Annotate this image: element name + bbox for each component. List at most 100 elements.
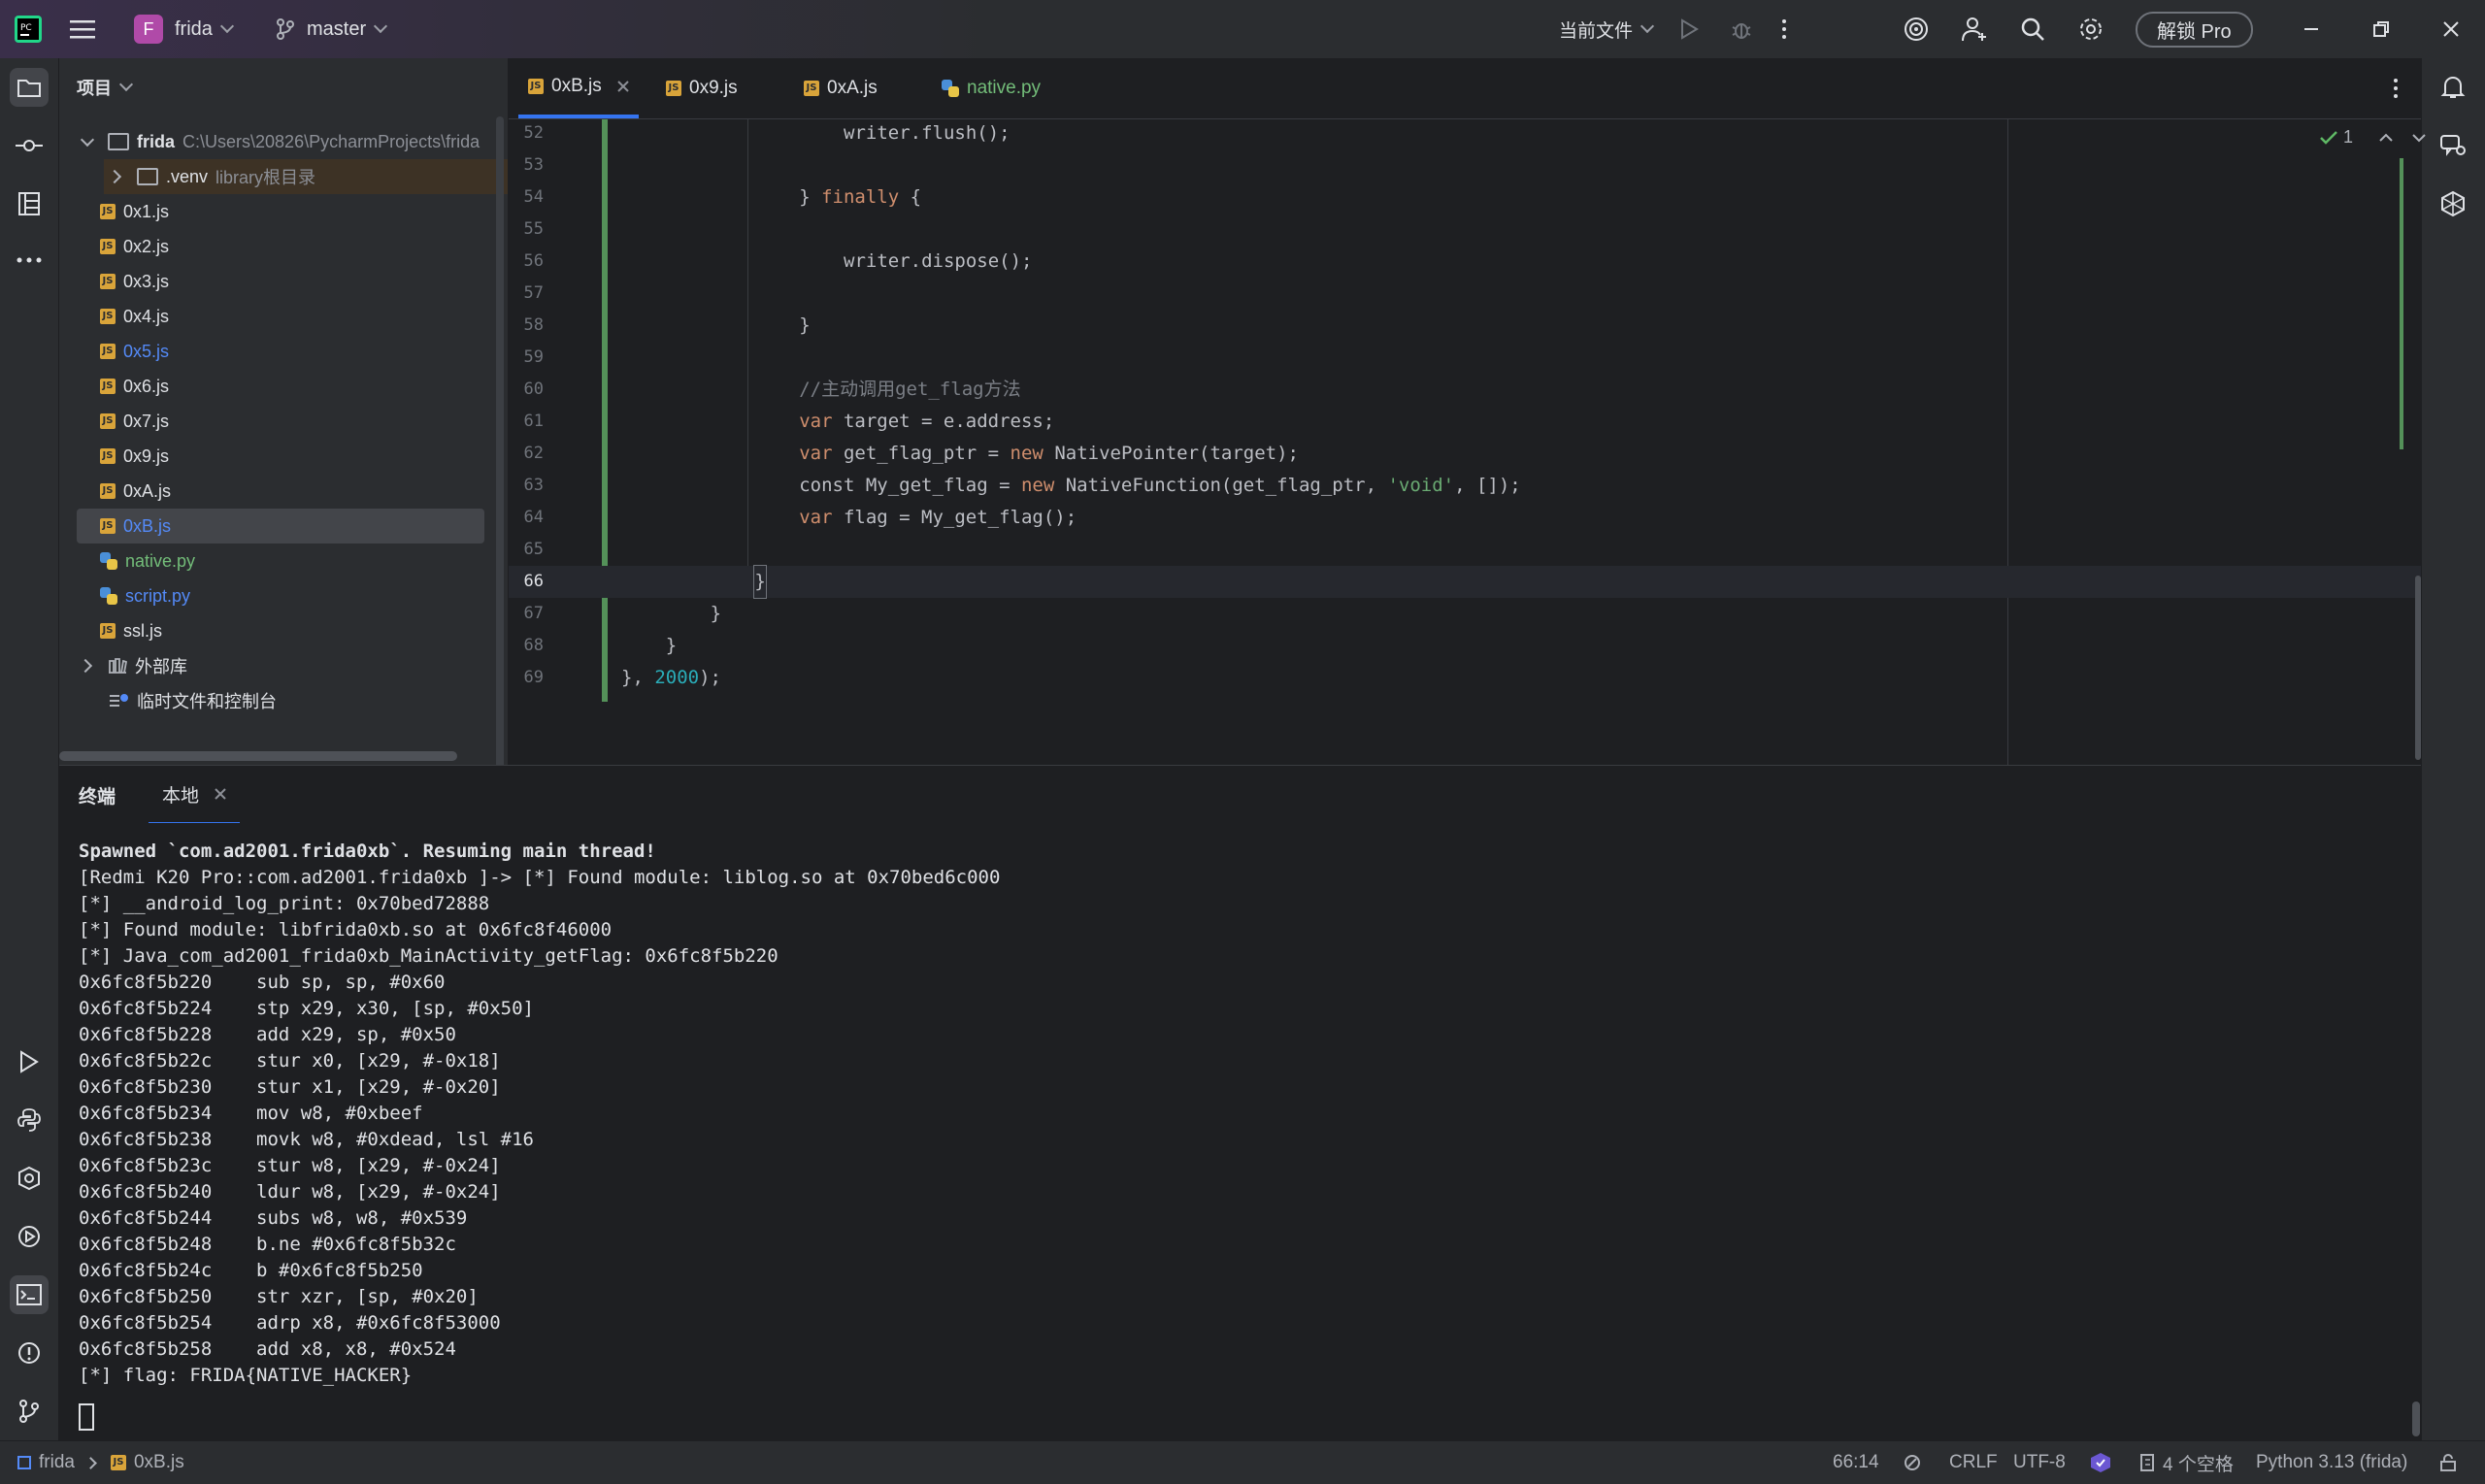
ai-chat-icon[interactable] [2434,126,2472,165]
editor-scrollbar[interactable] [2415,576,2421,760]
tree-item[interactable]: JS 0x3.js [77,264,484,299]
unlock-pro-button[interactable]: 解锁 Pro [2136,0,2253,58]
python-file-icon [942,80,959,97]
collapsed-chevron-icon [107,169,122,184]
tree-item[interactable]: JS 0x6.js [77,369,484,404]
editor-tab[interactable]: native.py [942,58,1041,118]
readonly-toggle-icon[interactable] [1903,1441,1922,1484]
terminal-line: 0x6fc8f5b244 subs w8, w8, #0x539 [79,1207,468,1229]
project-switcher[interactable]: F frida [134,0,234,58]
run-icon[interactable] [1679,0,1699,58]
js-file-icon: JS [528,79,544,94]
copilot-icon[interactable] [2434,184,2472,223]
horizontal-scrollbar[interactable] [59,751,457,761]
tree-item[interactable]: JS 0x9.js [77,439,484,474]
run-tool-icon[interactable] [10,1042,49,1081]
editor-tab[interactable]: JS 0x9.js [666,58,738,118]
editor-tab[interactable]: JS 0xB.js [518,58,639,118]
code-with-me-icon[interactable] [1961,0,1988,58]
commit-icon[interactable] [10,126,49,165]
tree-item[interactable]: JS ssl.js [77,613,484,648]
js-file-icon: JS [100,448,116,464]
project-panel-header[interactable]: 项目 [77,70,525,105]
settings-gear-icon[interactable] [2077,0,2104,58]
tree-item[interactable]: .venv library根目录 [104,159,508,194]
inspection-widget[interactable]: 1 [2320,127,2427,148]
indent-settings[interactable]: 4 个空格 [2139,1441,2234,1484]
js-file-icon: JS [100,518,116,534]
lock-icon[interactable] [2438,1441,2458,1484]
tree-item[interactable]: JS 0x2.js [77,229,484,264]
left-tool-stripe [0,58,59,1440]
breadcrumb[interactable]: frida JS 0xB.js [17,1441,184,1484]
python-console-icon[interactable] [10,1101,49,1139]
editor-tab[interactable]: JS 0xA.js [804,58,878,118]
minimize-window-icon[interactable] [2303,0,2320,58]
tree-item[interactable]: JS 0xA.js [77,474,484,509]
debug-icon[interactable] [1730,0,1753,58]
close-tab-icon[interactable] [617,81,629,92]
tree-scratches[interactable]: 临时文件和控制台 [108,683,556,718]
js-file-icon: JS [804,81,819,96]
checkmark-icon [2320,130,2337,145]
python-interpreter[interactable]: Python 3.13 (frida) [2256,1441,2407,1484]
more-tools-icon[interactable] [10,241,49,280]
tree-external-libraries[interactable]: 外部库 [78,648,527,683]
terminal-line: [*] Java_com_ad2001_frida0xb_MainActivit… [79,945,779,967]
caret-position[interactable]: 66:14 [1833,1441,1879,1484]
js-file-icon: JS [100,309,116,324]
tree-item[interactable]: script.py [77,578,484,613]
code-text: var get_flag_ptr = new NativePointer(tar… [799,438,1299,470]
terminal-cursor[interactable] [79,1403,94,1431]
js-file-icon: JS [100,344,116,359]
terminal-scrollbar[interactable] [2412,1402,2420,1436]
project-folder-icon[interactable] [10,68,49,107]
terminal-tool-icon[interactable] [10,1275,49,1314]
indent-label: 4 个空格 [2163,1454,2234,1475]
app-logo-icon[interactable]: PC [14,0,43,58]
more-actions-icon[interactable] [1780,0,1788,58]
line-number: 52 [523,123,544,143]
code-token: } [665,635,678,656]
main-menu-icon[interactable] [70,0,95,58]
line-ending[interactable]: CRLF [1949,1441,1998,1484]
tree-item[interactable]: JS 0x4.js [77,299,484,334]
tree-item[interactable]: JS 0x1.js [77,194,484,229]
tree-item-label: 0xB.js [123,515,172,536]
code-token: writer.flush(); [844,122,1011,144]
restore-window-icon[interactable] [2372,0,2390,58]
tree-item[interactable]: JS 0x7.js [77,404,484,439]
python-file-icon [100,552,117,570]
python-packages-icon[interactable] [10,1159,49,1198]
vertical-scrollbar[interactable] [496,116,504,804]
code-line: 66} [509,565,2421,599]
chevron-up-icon[interactable] [2378,132,2394,144]
ai-status-icon[interactable] [2089,1441,2112,1484]
problems-icon[interactable] [10,1334,49,1372]
close-tab-icon[interactable] [215,788,226,800]
tree-item[interactable]: JS 0xB.js [77,509,484,544]
tree-item-hint: library根目录 [215,168,316,187]
services-icon[interactable] [10,1217,49,1256]
tree-root-frida[interactable]: frida C:\Users\20826\PycharmProjects\fri… [79,124,527,159]
git-icon[interactable] [10,1392,49,1431]
structure-icon[interactable] [10,184,49,223]
tree-item[interactable]: native.py [77,544,484,578]
code-editor[interactable]: 52 writer.flush(); 53 54} finally {55 56 writ… [509,119,2426,765]
search-icon[interactable] [2019,0,2046,58]
close-window-icon[interactable] [2442,0,2460,58]
notifications-bell-icon[interactable] [2434,68,2472,107]
code-text: var target = e.address; [799,406,1054,438]
file-encoding[interactable]: UTF-8 [2013,1441,2066,1484]
line-number: 69 [523,668,544,687]
chevron-down-icon[interactable] [2411,132,2427,144]
terminal-tab-local[interactable]: 本地 [149,766,241,825]
run-config-selector[interactable]: 当前文件 [1559,0,1655,58]
code-line: 68} [509,630,2421,662]
ai-assistant-icon[interactable] [1903,0,1930,58]
branch-switcher[interactable]: master [276,0,388,58]
terminal-output[interactable]: Spawned `com.ad2001.frida0xb`. Resuming … [59,823,2421,1440]
tree-item[interactable]: JS 0x5.js [77,334,484,369]
terminal-line: 0x6fc8f5b224 stp x29, x30, [sp, #0x50] [79,998,534,1019]
tab-options-icon[interactable] [2392,78,2400,105]
